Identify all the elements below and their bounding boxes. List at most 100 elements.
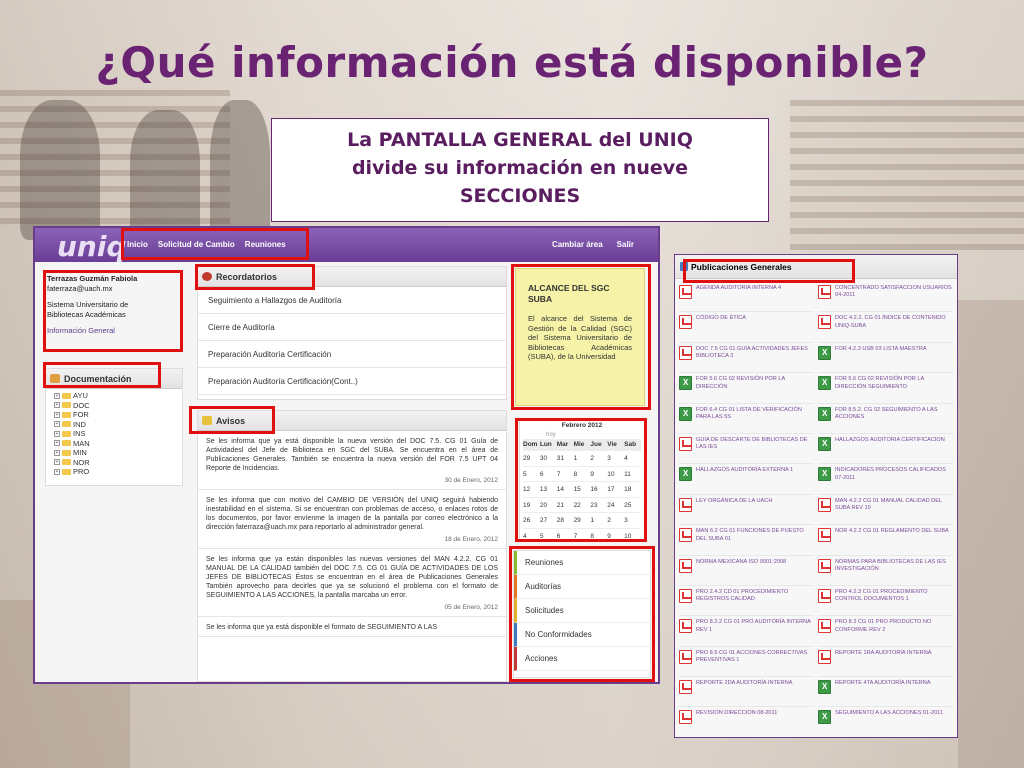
recordatorio-item[interactable]: Preparación Auditoría Certificación(Cont…	[198, 368, 506, 395]
calendar-day[interactable]: 29	[523, 450, 540, 466]
calendar-day[interactable]: 14	[556, 481, 574, 497]
publicacion-item[interactable]: FOR 8.5.2. CG 02 Seguimiento a las accio…	[818, 404, 953, 434]
informacion-general-link[interactable]: Información General	[47, 326, 182, 336]
calendar-day[interactable]: 6	[539, 465, 557, 482]
publicacion-item[interactable]: Indicadores procesos calificados 07-2011	[818, 464, 953, 495]
calendar-day[interactable]: 8	[590, 527, 608, 544]
calendar-day[interactable]: 4	[523, 527, 540, 544]
calendar-day[interactable]: 2	[607, 512, 625, 528]
publicacion-item[interactable]: Seguimiento a las acciones 01-2011	[818, 707, 953, 737]
expand-icon[interactable]: +	[54, 459, 60, 466]
calendar-day[interactable]: 27	[539, 512, 557, 528]
nav-inicio[interactable]: Inicio	[127, 240, 148, 249]
menu-item-auditorias[interactable]: Auditorías	[514, 575, 650, 599]
folder-item[interactable]: + AYU	[54, 391, 182, 401]
calendar-day[interactable]: 9	[590, 465, 608, 482]
calendar-day[interactable]: 11	[624, 465, 641, 482]
calendar-day[interactable]: 29	[573, 512, 591, 528]
publicacion-item[interactable]: FOR 5.6 CG 02 Revisión por la dirección	[679, 373, 814, 404]
menu-item-solicitudes[interactable]: Solicitudes	[514, 599, 650, 623]
publicacion-item[interactable]: NOR 4.2.2 CG 01 Reglamento del SUBA	[818, 525, 953, 556]
expand-icon[interactable]: +	[54, 430, 60, 437]
calendar-day[interactable]: 20	[539, 496, 557, 513]
calendar-day[interactable]: 31	[556, 450, 574, 466]
calendar-day[interactable]: 21	[556, 496, 574, 513]
folder-item[interactable]: + INS	[54, 429, 182, 439]
publicacion-item[interactable]: PRO 4.2.3 CG 01 Procedimiento control do…	[818, 586, 953, 617]
calendar-day[interactable]: 30	[539, 450, 557, 466]
calendar-day[interactable]: 10	[624, 527, 641, 544]
calendar-day[interactable]: 5	[523, 465, 540, 482]
folder-item[interactable]: + NOR	[54, 458, 182, 468]
calendar-day[interactable]: 3	[624, 512, 641, 528]
publicacion-item[interactable]: PRO 8.3 CG 01 Pro producto no conforme r…	[818, 616, 953, 647]
expand-icon[interactable]: +	[54, 421, 60, 428]
publicacion-item[interactable]: Hallazgos auditoría externa 1	[679, 464, 814, 495]
salir-link[interactable]: Salir	[617, 240, 634, 249]
publicacion-item[interactable]: FOR 4.2.3 USB 03 Lista maestra	[818, 343, 953, 374]
cambiar-area-link[interactable]: Cambiar área	[552, 240, 603, 249]
calendar-day[interactable]: 6	[556, 527, 574, 544]
folder-item[interactable]: + DOC	[54, 401, 182, 411]
publicacion-item[interactable]: FOR 5.6 CG 02 Revisión por la dirección …	[818, 373, 953, 404]
menu-item-no-conformidades[interactable]: No Conformidades	[514, 623, 650, 647]
publicacion-item[interactable]: DOC 4.2.2. CG 01 Índice de contenido UNI…	[818, 312, 953, 343]
menu-item-reuniones[interactable]: Reuniones	[514, 551, 650, 575]
publicacion-item[interactable]: PRO 2.4.2 CD 01 Procedimiento registros …	[679, 586, 814, 617]
publicacion-item[interactable]: FOR 6.4 CG 01 Lista de verificación para…	[679, 404, 814, 434]
calendar-day[interactable]: 1	[590, 512, 608, 528]
publicacion-item[interactable]: Hallazgos auditoria certificacion	[818, 434, 953, 465]
calendar-day[interactable]: 13	[539, 481, 557, 497]
nav-reuniones[interactable]: Reuniones	[245, 240, 286, 249]
publicacion-item[interactable]: Revision direccion 08-2011	[679, 707, 814, 737]
expand-icon[interactable]: +	[54, 449, 60, 456]
calendar-day[interactable]: 7	[556, 465, 574, 482]
recordatorio-item[interactable]: Cierre de Auditoría	[198, 314, 506, 341]
calendar-today-link[interactable]: hoy	[520, 431, 644, 439]
publicacion-item[interactable]: Ley orgánica de la UACH	[679, 495, 814, 526]
calendar-day[interactable]: 12	[523, 481, 540, 497]
expand-icon[interactable]: +	[54, 440, 60, 447]
publicacion-item[interactable]: Concentrado satisfaccion usuarios 04-201…	[818, 282, 953, 313]
calendar-day[interactable]: 10	[607, 465, 625, 482]
publicacion-item[interactable]: PRO 8.5 CG 01 Acciones correctivas preve…	[679, 647, 814, 678]
calendar-day[interactable]: 8	[573, 465, 591, 482]
publicacion-item[interactable]: MAN 4.2.2 CG 01 Manual calidad del SUBA …	[818, 495, 953, 526]
expand-icon[interactable]: +	[54, 402, 60, 409]
folder-item[interactable]: + MIN	[54, 448, 182, 458]
publicacion-item[interactable]: Agenda auditoria interna 4	[679, 282, 814, 313]
recordatorio-item[interactable]: Preparación Auditoría Certificación	[198, 341, 506, 368]
publicacion-item[interactable]: DOC 7.5 CG 01 Guía actividades jefes bib…	[679, 343, 814, 374]
calendar-day[interactable]: 28	[556, 512, 574, 528]
folder-item[interactable]: + MAN	[54, 439, 182, 449]
calendar-day[interactable]: 22	[573, 496, 591, 513]
calendar-day[interactable]: 9	[607, 527, 625, 544]
calendar-day[interactable]: 7	[573, 527, 591, 544]
calendar-day[interactable]: 5	[539, 527, 557, 544]
calendar-day[interactable]: 23	[590, 496, 608, 513]
expand-icon[interactable]: +	[54, 392, 60, 399]
calendar-day[interactable]: 26	[523, 512, 540, 528]
nav-solicitud-de-cambio[interactable]: Solicitud de Cambio	[158, 240, 235, 249]
publicacion-item[interactable]: Norma mexicana ISO 9001:2008	[679, 556, 814, 586]
publicacion-item[interactable]: Guia de descarte de bibliotecas de las I…	[679, 434, 814, 465]
folder-item[interactable]: + IND	[54, 420, 182, 430]
calendar-day[interactable]: 2	[590, 450, 608, 466]
publicacion-item[interactable]: PRO 8.2.2 CG 01 Pro auditoría interna re…	[679, 616, 814, 647]
calendar-day[interactable]: 24	[607, 496, 625, 513]
calendar-day[interactable]: 15	[573, 481, 591, 497]
expand-icon[interactable]: +	[54, 411, 60, 418]
calendar-day[interactable]: 1	[573, 450, 591, 466]
calendar-day[interactable]: 18	[624, 481, 641, 497]
calendar-day[interactable]: 16	[590, 481, 608, 497]
folder-item[interactable]: + PRO	[54, 467, 182, 477]
expand-icon[interactable]: +	[54, 468, 60, 475]
recordatorio-item[interactable]: Seguimiento a Hallazgos de Auditoría	[198, 287, 506, 314]
calendar-day[interactable]: 17	[607, 481, 625, 497]
publicacion-item[interactable]: Normas para bibliotecas de las IES inves…	[818, 556, 953, 586]
calendar-day[interactable]: 4	[624, 450, 641, 466]
publicacion-item[interactable]: MAN 6.2 CG 01 Funciones de puesto del SU…	[679, 525, 814, 556]
calendar-day[interactable]: 19	[523, 496, 540, 513]
publicacion-item[interactable]: Reporte 4ta auditoría interna	[818, 677, 953, 708]
publicacion-item[interactable]: Reporte 1ra auditoría interna	[818, 647, 953, 678]
